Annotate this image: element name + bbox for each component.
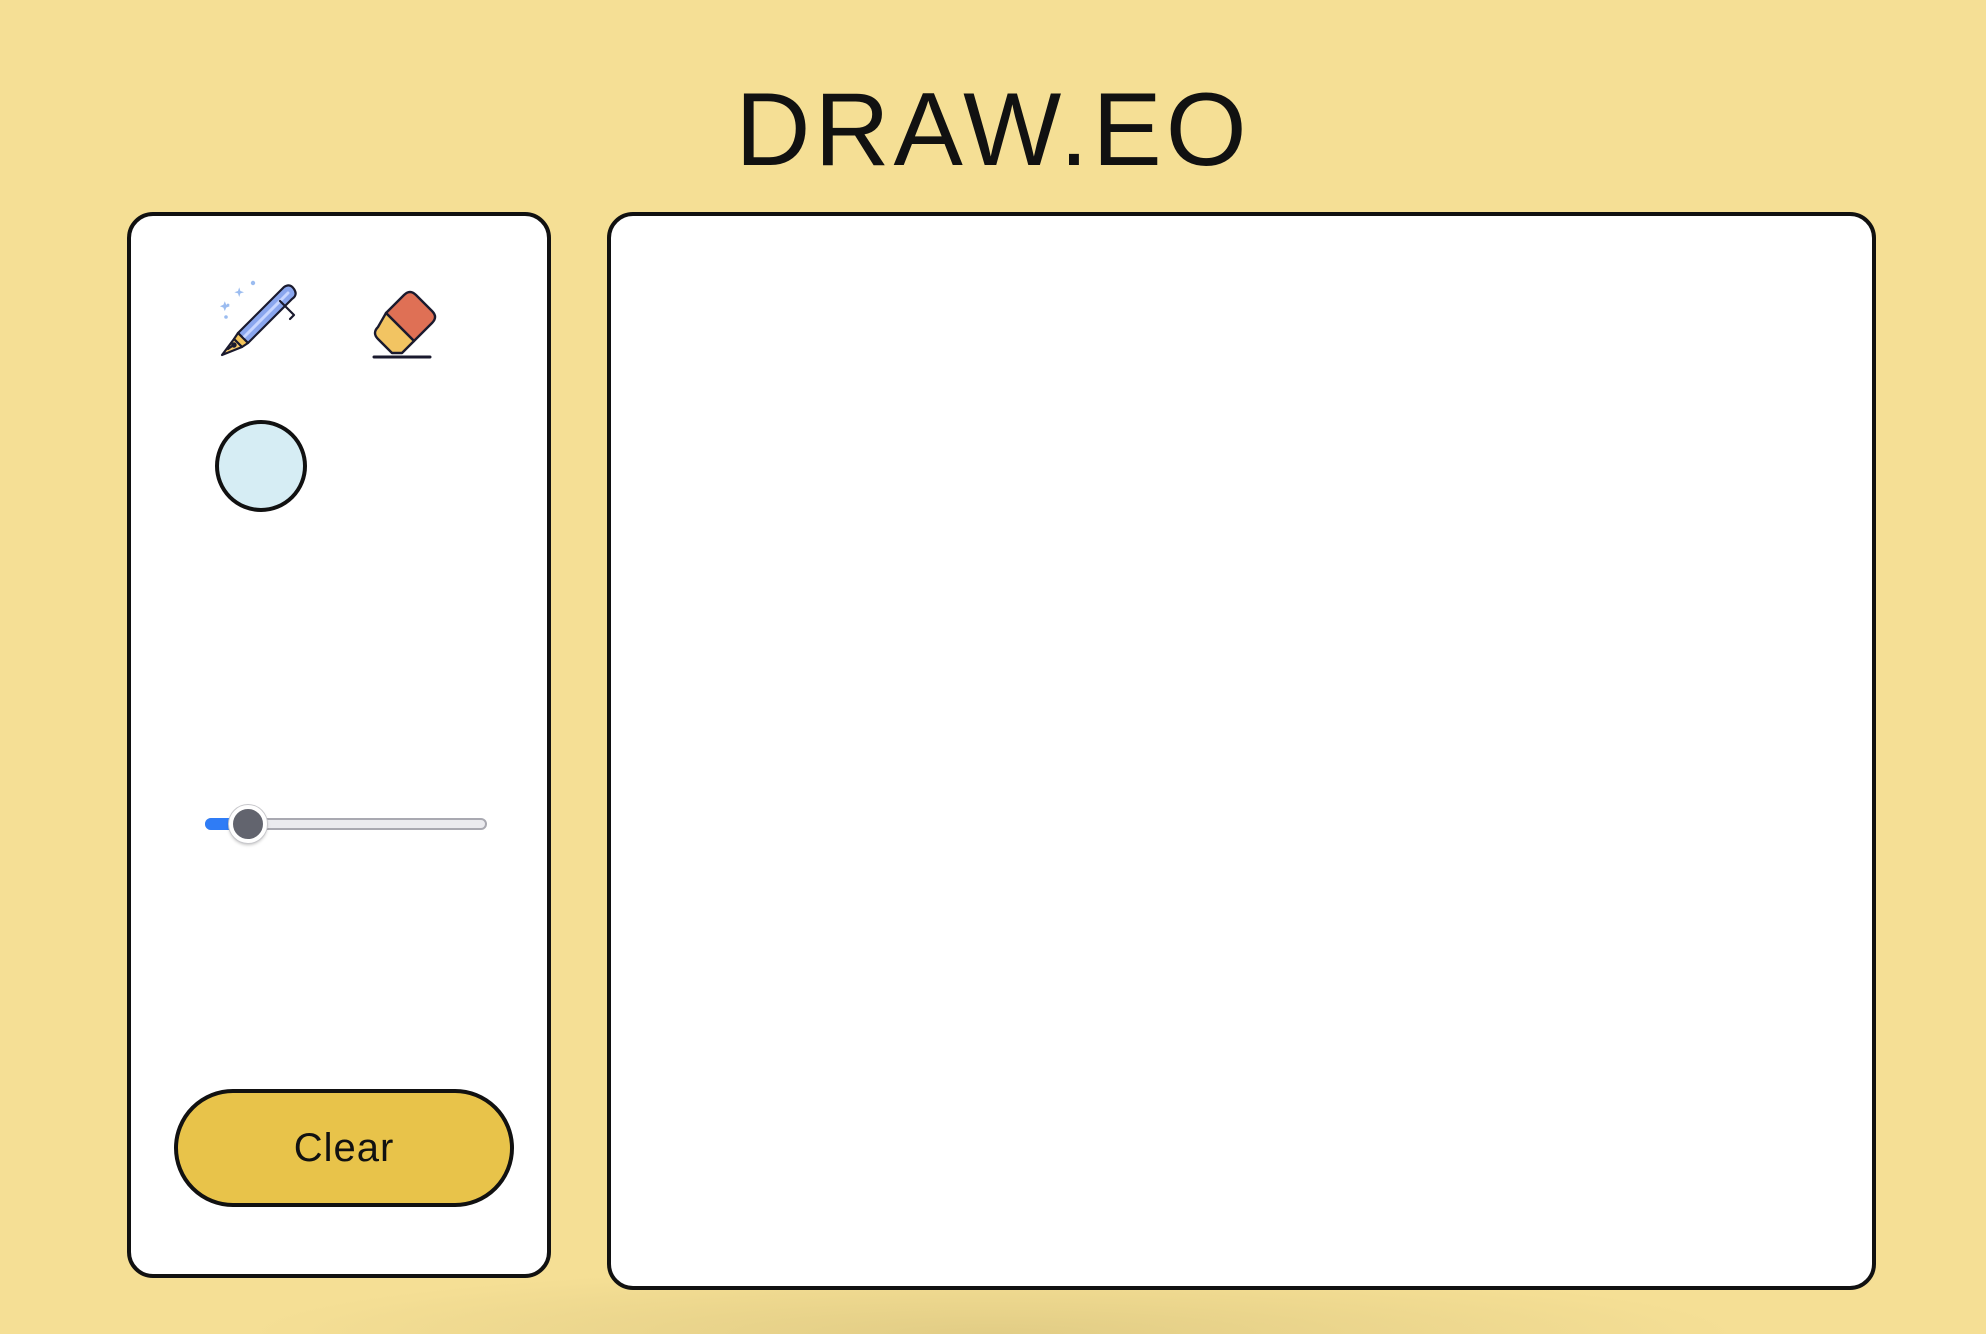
color-picker[interactable] <box>215 420 307 512</box>
toolbar-panel: Clear <box>127 212 551 1278</box>
slider-thumb[interactable] <box>229 805 268 843</box>
fountain-pen-icon <box>219 280 297 357</box>
eraser-icon <box>372 290 437 359</box>
app-title: DRAW.EO <box>735 72 1251 188</box>
brush-size-slider[interactable] <box>205 804 487 844</box>
clear-button[interactable]: Clear <box>174 1089 514 1207</box>
eraser-tool-button[interactable] <box>358 267 454 363</box>
pen-tool-button[interactable] <box>208 267 304 363</box>
drawing-canvas[interactable] <box>607 212 1876 1290</box>
